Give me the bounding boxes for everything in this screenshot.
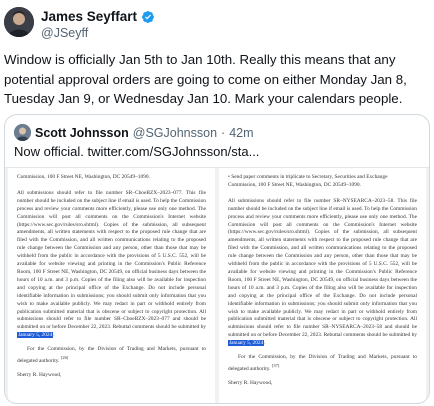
doc-header: Commission, 100 F Street NE, Washington,… — [17, 174, 150, 180]
document-page-right: • Send paper comments in triplicate to S… — [219, 168, 426, 403]
quoted-tweet[interactable]: Scott Johnsson @SGJohnsson · 42m Now off… — [4, 114, 430, 404]
document-page-left: Commission, 100 F Street NE, Washington,… — [8, 168, 215, 403]
quote-timestamp[interactable]: 42m — [229, 126, 253, 140]
highlighted-date: January 5, 2024 — [228, 340, 265, 347]
tweet-text: Window is officially Jan 5th to Jan 10th… — [4, 52, 407, 106]
author-name[interactable]: James Seyffart — [41, 9, 137, 24]
author-block: James Seyffart @JSeyff — [41, 9, 155, 40]
quote-text: Now official. twitter.com/SGJohnsson/sta… — [14, 144, 260, 159]
quote-author-handle[interactable]: @SGJohnsson — [133, 126, 217, 140]
author-avatar[interactable] — [4, 7, 34, 37]
footnote-ref: [37] — [271, 362, 280, 368]
doc-paragraph: For the Commission, by the Division of T… — [228, 354, 417, 372]
doc-signature: Sherry R. Haywood, — [228, 379, 273, 386]
tweet[interactable]: James Seyffart @JSeyff Window is officia… — [0, 0, 434, 406]
quote-header: Scott Johnsson @SGJohnsson · 42m — [14, 124, 254, 141]
quote-attached-image[interactable]: Commission, 100 F Street NE, Washington,… — [5, 167, 429, 403]
doc-paragraph: All submissions should refer to file num… — [228, 197, 417, 347]
verified-badge-icon — [141, 10, 155, 24]
author-handle[interactable]: @JSeyff — [41, 26, 155, 40]
footnote-ref: [26] — [60, 355, 69, 361]
highlighted-date: January 5, 2024 — [17, 332, 54, 339]
doc-header: • Send paper comments in triplicate to S… — [228, 174, 388, 188]
doc-paragraph: For the Commission, by the Division of T… — [17, 346, 206, 364]
quote-author-name[interactable]: Scott Johnsson — [35, 126, 129, 140]
quote-author-avatar[interactable] — [14, 124, 31, 141]
separator-dot: · — [221, 125, 226, 140]
doc-signature: Sherry R. Haywood, — [17, 371, 62, 378]
doc-paragraph: All submissions should refer to file num… — [17, 189, 206, 339]
